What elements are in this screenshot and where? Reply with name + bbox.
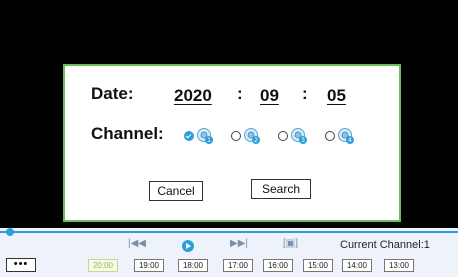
radio-selected-icon[interactable] xyxy=(184,131,194,141)
skip-back-icon[interactable]: |◀◀ xyxy=(128,238,146,249)
year-field[interactable]: 2020 xyxy=(174,86,212,106)
channel-label: Channel: xyxy=(91,124,164,143)
time-slot-button[interactable]: 17:00 xyxy=(223,259,253,272)
channel-number: 3 xyxy=(301,137,305,144)
date-separator: : xyxy=(302,84,308,103)
time-slot-button[interactable]: 19:00 xyxy=(134,259,164,272)
date-label: Date: xyxy=(91,84,134,103)
time-slot-button[interactable]: 16:00 xyxy=(263,259,293,272)
timeline-handle[interactable] xyxy=(6,228,14,236)
camera-icon: 1 xyxy=(197,128,213,144)
month-field[interactable]: 09 xyxy=(260,86,279,106)
time-slot-button[interactable]: 18:00 xyxy=(178,259,208,272)
search-dialog: Date: 2020 : 09 : 05 Channel: 1 2 3 4 Ca… xyxy=(63,64,401,222)
radio-icon[interactable] xyxy=(278,131,288,141)
cancel-button[interactable]: Cancel xyxy=(149,181,203,201)
search-button[interactable]: Search xyxy=(251,179,311,199)
more-button[interactable]: ••• xyxy=(6,258,36,272)
radio-icon[interactable] xyxy=(325,131,335,141)
fullscreen-icon[interactable]: [▣] xyxy=(283,238,298,249)
skip-forward-icon[interactable]: ▶▶| xyxy=(230,238,248,249)
channel-option-4[interactable]: 4 xyxy=(325,127,361,145)
play-icon[interactable] xyxy=(182,240,194,252)
channel-number: 4 xyxy=(348,137,352,144)
time-slot-button[interactable]: 14:00 xyxy=(342,259,372,272)
camera-icon: 3 xyxy=(291,128,307,144)
camera-icon: 2 xyxy=(244,128,260,144)
day-field[interactable]: 05 xyxy=(327,86,346,106)
time-slot-button[interactable]: 15:00 xyxy=(303,259,333,272)
channel-number: 2 xyxy=(254,137,258,144)
channel-option-1[interactable]: 1 xyxy=(184,127,220,145)
radio-icon[interactable] xyxy=(231,131,241,141)
channel-option-3[interactable]: 3 xyxy=(278,127,314,145)
time-slot-button[interactable]: 13:00 xyxy=(384,259,414,272)
current-channel-label: Current Channel:1 xyxy=(340,239,430,251)
channel-option-2[interactable]: 2 xyxy=(231,127,267,145)
channel-number: 1 xyxy=(207,137,211,144)
time-slot-button[interactable]: 20:00 xyxy=(88,259,118,272)
camera-icon: 4 xyxy=(338,128,354,144)
timeline-track[interactable] xyxy=(0,231,458,233)
date-separator: : xyxy=(237,84,243,103)
